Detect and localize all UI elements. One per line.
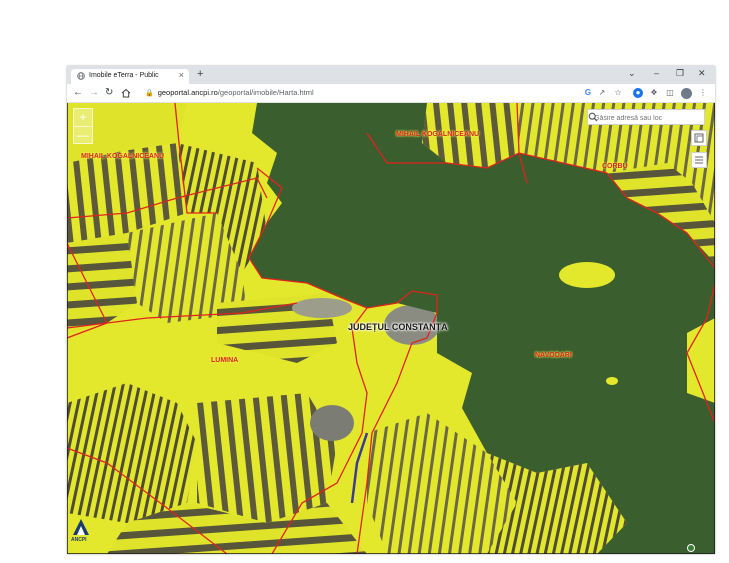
- menu-dots-icon[interactable]: ⋮: [698, 88, 708, 98]
- back-arrow-icon[interactable]: ←: [73, 87, 83, 99]
- region-label-lumina: LUMINA: [211, 357, 239, 364]
- sidebar-icon[interactable]: ◫: [665, 88, 675, 98]
- puzzle-icon[interactable]: ❖: [649, 88, 659, 98]
- county-label-constanta: JUDEȚUL CONSTANȚA: [348, 322, 448, 332]
- url-path: /geoportal/imobile/Harta.html: [217, 88, 314, 97]
- layers-button[interactable]: [691, 130, 707, 146]
- share-icon[interactable]: ↗: [597, 88, 607, 98]
- region-label-mihail-kogalniceanu-west: MIHAIL KOGALNICEANU: [81, 153, 165, 160]
- zoom-in-button[interactable]: +: [74, 109, 92, 126]
- urban-area: [292, 298, 352, 318]
- region-label-navodari: NAVODARI: [535, 352, 572, 359]
- browser-toolbar: ← → ↻ 🔒 geoportal.ancpi.ro/geoportal/imob…: [67, 84, 715, 103]
- region-label-mihail-kogalniceanu-north: MIHAIL KOGALNICEANU: [396, 131, 480, 138]
- lake-island: [687, 318, 715, 403]
- home-icon[interactable]: [121, 88, 131, 98]
- forward-arrow-icon[interactable]: →: [89, 87, 99, 99]
- tab-strip: Imobile eTerra - Public × + ⌄ – ❐ ✕: [67, 66, 715, 84]
- search-icon[interactable]: [588, 112, 598, 122]
- browser-window: Imobile eTerra - Public × + ⌄ – ❐ ✕ ← → …: [67, 66, 715, 554]
- new-tab-button[interactable]: +: [197, 68, 203, 80]
- ancpi-logo-text: ANCPI: [71, 537, 87, 543]
- lock-icon: 🔒: [145, 90, 154, 97]
- region-label-corbu: CORBU: [602, 163, 628, 170]
- close-window-button[interactable]: ✕: [698, 68, 706, 79]
- map-search-box: [587, 109, 705, 125]
- profile-avatar[interactable]: [681, 88, 692, 99]
- map-search-input[interactable]: [592, 111, 692, 125]
- ancpi-logo: ANCPI: [71, 517, 93, 545]
- location-marker[interactable]: [687, 544, 695, 552]
- extension-shield-icon[interactable]: ●: [633, 88, 643, 98]
- tab-title: Imobile eTerra - Public: [89, 72, 159, 79]
- quarry-area: [310, 405, 354, 441]
- minimize-button[interactable]: –: [654, 68, 659, 78]
- reload-icon[interactable]: ↻: [105, 87, 113, 99]
- ancpi-emblem-icon: [73, 519, 89, 535]
- zoom-out-button[interactable]: —: [74, 126, 92, 144]
- restore-button[interactable]: ❐: [676, 68, 684, 79]
- legend-button[interactable]: [691, 152, 707, 168]
- layers-icon: [694, 133, 704, 143]
- bookmark-star-icon[interactable]: ☆: [613, 88, 623, 98]
- lake-island: [606, 377, 618, 385]
- tab-imobile-eterra[interactable]: Imobile eTerra - Public ×: [71, 69, 189, 84]
- list-icon: [695, 156, 703, 164]
- globe-icon: [77, 72, 85, 80]
- google-icon[interactable]: G: [583, 88, 593, 98]
- map-view[interactable]: MIHAIL KOGALNICEANU MIHAIL KOGALNICEANU …: [67, 103, 715, 554]
- lake-island: [559, 262, 615, 288]
- url-host: geoportal.ancpi.ro: [157, 88, 218, 97]
- tab-search-icon[interactable]: ⌄: [628, 68, 636, 79]
- tab-close-button[interactable]: ×: [179, 70, 184, 80]
- address-bar[interactable]: 🔒 geoportal.ancpi.ro/geoportal/imobile/Ha…: [145, 87, 565, 99]
- zoom-control: + —: [73, 108, 93, 144]
- field-block: [67, 383, 197, 523]
